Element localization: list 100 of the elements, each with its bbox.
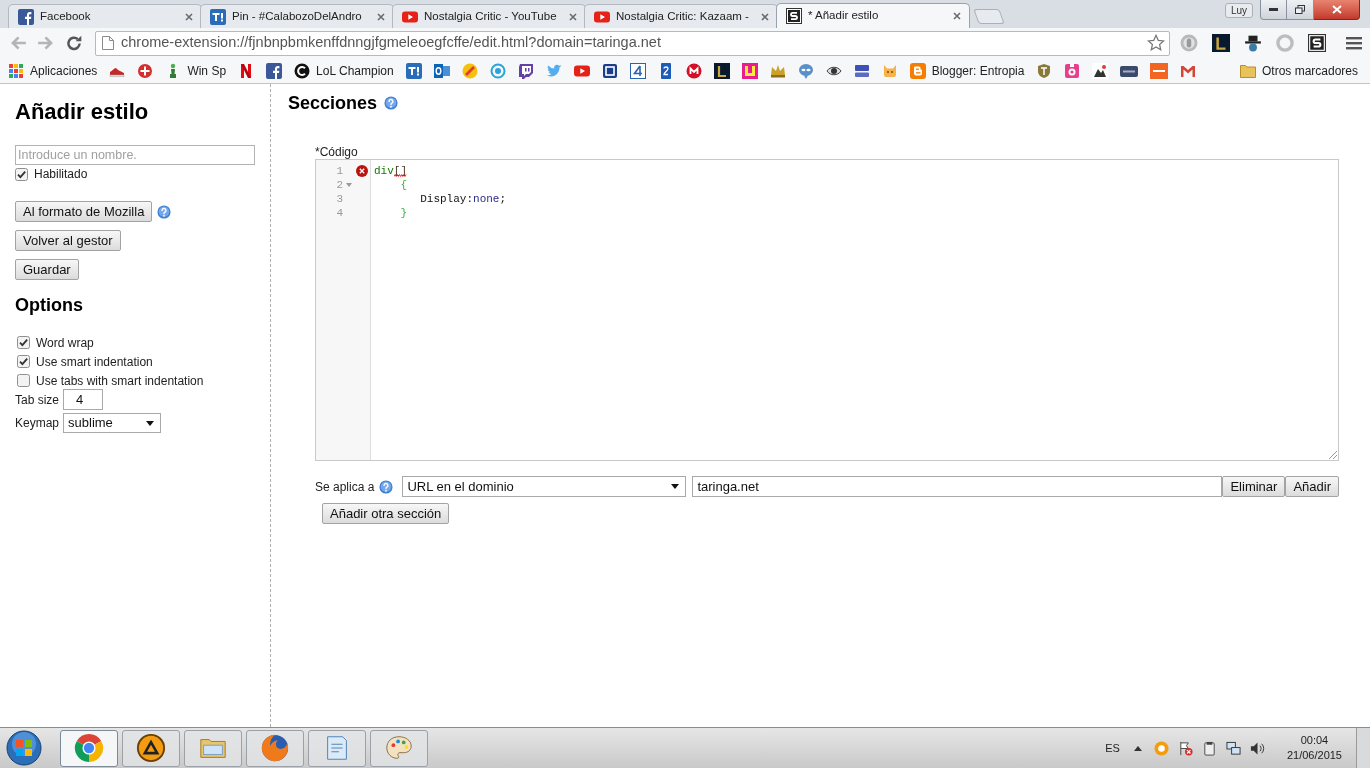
close-icon[interactable]: [376, 11, 386, 22]
keymap-select[interactable]: sublime: [63, 413, 162, 433]
checkbox[interactable]: [17, 374, 30, 387]
shield-icon[interactable]: [1036, 62, 1053, 79]
clipboard-icon[interactable]: [1201, 740, 1217, 756]
page-title: Añadir estilo: [15, 99, 149, 125]
restore-icon: [1295, 5, 1305, 14]
start-button-icon[interactable]: [6, 730, 42, 766]
bubble-icon[interactable]: [797, 62, 814, 79]
s-logo-icon[interactable]: [1308, 34, 1326, 52]
checkbox-label: Use tabs with smart indentation: [36, 372, 204, 390]
close-icon[interactable]: [952, 11, 962, 21]
bookmark[interactable]: Win Sp: [165, 61, 227, 80]
checkbox-label: Word wrap: [36, 334, 94, 352]
language-indicator[interactable]: ES: [1105, 739, 1120, 757]
hat-icon[interactable]: [1244, 34, 1262, 52]
bookmark-folder[interactable]: Otros marcadores: [1239, 61, 1358, 80]
t-logo-icon[interactable]: [405, 62, 422, 79]
field-label: Tab size: [15, 391, 60, 409]
mail-app-icon[interactable]: [433, 62, 450, 79]
help-icon[interactable]: [157, 204, 172, 219]
checkbox[interactable]: [17, 355, 30, 368]
number-tile-icon[interactable]: [629, 62, 646, 79]
line-number: 1: [336, 164, 343, 178]
name-field[interactable]: Introduce un nombre.: [15, 145, 255, 165]
up-arrow-icon[interactable]: [1133, 745, 1142, 751]
close-icon: [1331, 5, 1342, 14]
square-emblem-icon[interactable]: [741, 62, 758, 79]
network-icon[interactable]: [1225, 740, 1241, 756]
action-button[interactable]: Guardar: [15, 259, 79, 280]
section-heading: Options: [15, 294, 83, 316]
clock-date[interactable]: 21/06/2015: [1286, 748, 1342, 763]
bars-logo-icon[interactable]: [853, 62, 870, 79]
resize-grip-icon[interactable]: [1328, 450, 1337, 459]
twitch-icon[interactable]: [517, 62, 534, 79]
caret-icon: [146, 420, 155, 426]
close-icon[interactable]: [760, 11, 770, 22]
close-button[interactable]: [1314, 0, 1360, 20]
caret-icon: [671, 484, 680, 489]
action-button[interactable]: Eliminar: [1222, 476, 1286, 497]
blogger-icon: [909, 62, 926, 79]
checkbox[interactable]: [17, 336, 30, 349]
slash-badge-icon[interactable]: [461, 62, 478, 79]
browser-tab[interactable]: * Añadir estilo: [776, 3, 970, 28]
restore-button[interactable]: [1287, 0, 1314, 20]
bookmark[interactable]: Blogger: Entropia: [909, 61, 1025, 80]
close-icon[interactable]: [184, 11, 194, 22]
menu-icon[interactable]: [1346, 36, 1362, 50]
taskbar-button[interactable]: [122, 729, 180, 767]
cross-badge-icon[interactable]: [137, 62, 154, 79]
star-icon[interactable]: [1147, 34, 1165, 52]
action-button[interactable]: Al formato de Mozilla: [15, 201, 153, 222]
help-icon[interactable]: [384, 96, 399, 110]
target-icon[interactable]: [489, 62, 506, 79]
l-emblem-icon[interactable]: [713, 62, 730, 79]
m-circle-icon[interactable]: [685, 62, 702, 79]
code-line: }: [400, 206, 407, 220]
l-emblem-icon[interactable]: [1212, 34, 1230, 52]
square-logo-icon[interactable]: [601, 62, 618, 79]
tile-logo-icon[interactable]: [1150, 62, 1169, 79]
action-button[interactable]: Volver al gestor: [15, 230, 121, 251]
picture-icon[interactable]: [1092, 62, 1109, 79]
facebook-icon[interactable]: [266, 62, 283, 79]
browser-tab[interactable]: Pin - #CalabozoDelAndro: [200, 4, 394, 28]
field-label: *Código: [315, 145, 358, 159]
bookmark[interactable]: LoL Champion: [294, 61, 394, 80]
browser-tab[interactable]: Nostalgia Critic - YouTube: [392, 4, 586, 28]
reload-icon[interactable]: [65, 34, 83, 52]
bookmark[interactable]: Aplicaciones: [8, 61, 98, 80]
folder-icon: [1239, 63, 1256, 78]
facebook-icon: [18, 8, 34, 25]
ring-tile-icon[interactable]: [1064, 62, 1081, 79]
speaker-icon[interactable]: [1249, 740, 1265, 756]
browser-tab[interactable]: Facebook: [8, 4, 202, 28]
code-editor[interactable]: 1 2 3 4 div[] { Display:none; }: [315, 159, 1339, 461]
section-heading: Secciones: [288, 92, 378, 114]
minimize-button[interactable]: [1260, 0, 1287, 20]
flag-warning-icon[interactable]: [1177, 740, 1193, 756]
browser-tab[interactable]: Nostalgia Critic: Kazaam -: [584, 4, 778, 28]
triangle-logo-icon: [136, 733, 166, 763]
fold-arrow-icon[interactable]: [346, 183, 352, 187]
code-line: {: [400, 178, 407, 192]
firefox-icon: [260, 733, 290, 763]
domain-field[interactable]: taringa.net: [692, 476, 1223, 497]
action-button[interactable]: Añadir otra sección: [322, 503, 450, 524]
clock-time[interactable]: 00:04: [1300, 733, 1329, 748]
line-number: 4: [336, 206, 343, 220]
profile-button[interactable]: Luy: [1224, 3, 1253, 18]
address-bar[interactable]: chrome-extension://fjnbnpbmkenffdnngjfgmeleoegfcffe/edit.html?domain=taringa.net: [95, 30, 1170, 56]
page-icon: [102, 36, 114, 50]
tab-size-field[interactable]: 4: [63, 389, 104, 410]
disc-icon[interactable]: [1180, 34, 1198, 52]
code-line: div[]: [374, 164, 407, 178]
applies-to-select[interactable]: URL en el dominio: [402, 476, 687, 497]
close-icon[interactable]: [568, 11, 578, 22]
s-logo-icon: [786, 8, 802, 24]
c-circle-icon: [294, 62, 311, 79]
action-button[interactable]: Añadir: [1285, 476, 1339, 497]
help-icon[interactable]: [379, 479, 394, 494]
checkbox[interactable]: [15, 167, 28, 181]
